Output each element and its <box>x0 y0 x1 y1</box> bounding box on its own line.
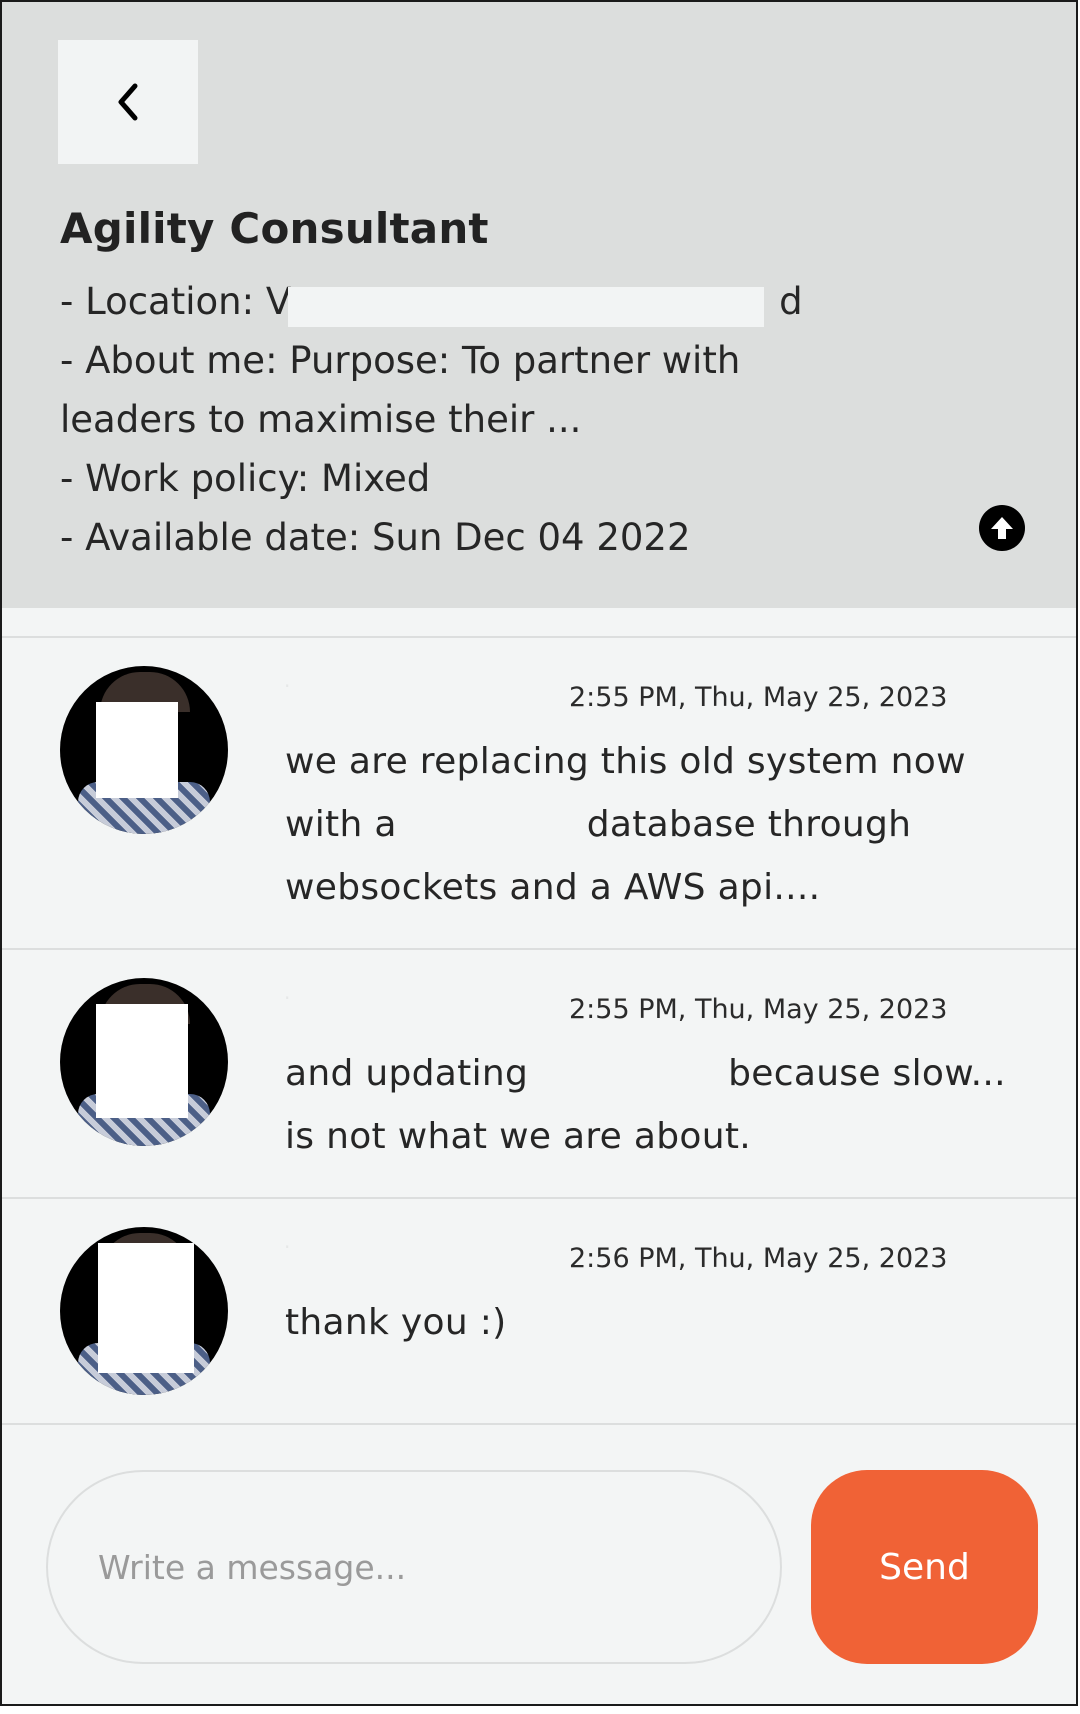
profile-header: Agility Consultant - Location: Vd - Abou… <box>2 2 1076 608</box>
arrow-up-icon <box>991 517 1013 539</box>
back-button[interactable] <box>58 40 198 164</box>
message-list[interactable]: · 2:55 PM, Thu, May 25, 2023 we are repl… <box>2 608 1076 1425</box>
info-available-date: - Available date: Sun Dec 04 2022 <box>60 516 691 559</box>
message-timestamp: 2:56 PM, Thu, May 25, 2023 <box>569 1243 948 1274</box>
info-work-policy: - Work policy: Mixed <box>60 457 431 500</box>
sender-name: · <box>284 986 291 1010</box>
avatar <box>60 978 228 1146</box>
message-timestamp: 2:55 PM, Thu, May 25, 2023 <box>569 994 948 1025</box>
message-text: and updating because slow... is not what … <box>285 1053 1006 1157</box>
message-item: · 2:56 PM, Thu, May 25, 2023 thank you :… <box>2 1199 1076 1425</box>
sender-name: · <box>284 674 291 698</box>
message-item: · 2:55 PM, Thu, May 25, 2023 we are repl… <box>2 638 1076 950</box>
redaction-box <box>288 287 764 327</box>
message-composer: Send <box>2 1426 1076 1704</box>
profile-title: Agility Consultant <box>60 204 489 253</box>
send-button[interactable]: Send <box>811 1470 1038 1664</box>
chevron-left-icon <box>118 83 138 121</box>
message-text: we are replacing this old system now wit… <box>285 741 966 908</box>
sender-name: · <box>284 1235 291 1259</box>
chat-screen: Agility Consultant - Location: Vd - Abou… <box>0 0 1078 1706</box>
avatar <box>60 1227 228 1395</box>
info-about-cont: leaders to maximise their ... <box>60 398 582 441</box>
message-timestamp: 2:55 PM, Thu, May 25, 2023 <box>569 682 948 713</box>
message-text: thank you :) <box>285 1302 507 1343</box>
message-item: · 2:55 PM, Thu, May 25, 2023 and updatin… <box>2 950 1076 1199</box>
message-input[interactable] <box>46 1470 782 1664</box>
scroll-up-button[interactable] <box>979 505 1025 551</box>
info-about: - About me: Purpose: To partner with <box>60 339 741 382</box>
avatar <box>60 666 228 834</box>
